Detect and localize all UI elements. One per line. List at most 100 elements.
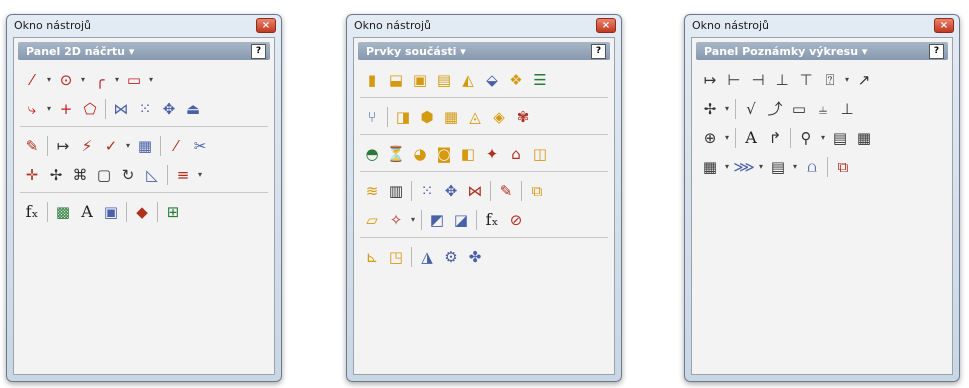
tool-icon[interactable]: ▤ [432, 68, 456, 92]
tool-icon[interactable]: ▦ [698, 155, 722, 179]
close-button[interactable]: × [934, 18, 954, 33]
tool-icon[interactable]: ≋ [360, 179, 384, 203]
tool-dropdown-arrow[interactable]: ▾ [722, 104, 732, 113]
help-button[interactable]: ? [591, 44, 606, 59]
tool-icon[interactable]: ⊤ [794, 68, 818, 92]
tool-icon[interactable]: ✢ [698, 97, 722, 121]
tool-icon[interactable]: ⌂ [504, 142, 528, 166]
tool-icon[interactable]: √ [739, 97, 763, 121]
title-bar[interactable]: Okno nástrojů × [7, 15, 281, 35]
tool-dropdown-arrow[interactable]: ▾ [123, 141, 133, 150]
tool-dropdown-arrow[interactable]: ▾ [722, 162, 732, 171]
tool-icon[interactable]: ⚡ [75, 134, 99, 158]
tool-icon[interactable]: ❖ [504, 68, 528, 92]
tool-icon[interactable]: ⁙ [133, 97, 157, 121]
tool-icon[interactable]: ◺ [140, 163, 164, 187]
tool-icon[interactable]: ◆ [130, 200, 154, 224]
tool-icon[interactable]: ✥ [157, 97, 181, 121]
tool-icon[interactable]: ▥ [384, 179, 408, 203]
tool-dropdown-arrow[interactable]: ▾ [78, 75, 88, 84]
tool-icon[interactable]: ⬙ [480, 68, 504, 92]
tool-icon[interactable]: fₓ [20, 200, 44, 224]
tool-icon[interactable]: ☰ [528, 68, 552, 92]
tool-icon[interactable]: ✤ [463, 245, 487, 269]
tool-icon[interactable]: ✓ [99, 134, 123, 158]
tool-icon[interactable]: ⊣ [746, 68, 770, 92]
tool-icon[interactable]: ⊕ [698, 126, 722, 150]
tool-icon[interactable]: ≡ [171, 163, 195, 187]
tool-icon[interactable]: ⊥ [835, 97, 859, 121]
tool-icon[interactable]: ▦ [133, 134, 157, 158]
tool-dropdown-arrow[interactable]: ▾ [818, 133, 828, 142]
close-button[interactable]: × [596, 18, 616, 33]
tool-icon[interactable]: ◮ [415, 245, 439, 269]
tool-icon[interactable]: ⧉ [831, 155, 855, 179]
tool-icon[interactable]: ⬢ [415, 105, 439, 129]
tool-icon[interactable]: ⌘ [68, 163, 92, 187]
tool-icon[interactable]: A [75, 200, 99, 224]
tool-icon[interactable]: ✛ [20, 163, 44, 187]
tool-icon[interactable]: ◨ [391, 105, 415, 129]
tool-icon[interactable]: ⁄ [20, 68, 44, 92]
tool-icon[interactable]: ⬠ [78, 97, 102, 121]
tool-icon[interactable]: ⁙ [415, 179, 439, 203]
tool-icon[interactable]: ✾ [511, 105, 535, 129]
tool-icon[interactable]: ▱ [360, 208, 384, 232]
tool-icon[interactable]: ⑂ [360, 105, 384, 129]
tool-icon[interactable]: ▣ [99, 200, 123, 224]
tool-icon[interactable]: ✥ [439, 179, 463, 203]
tool-dropdown-arrow[interactable]: ▾ [195, 170, 205, 179]
tool-icon[interactable]: ⤷ [20, 97, 44, 121]
tool-icon[interactable]: ↦ [698, 68, 722, 92]
tool-dropdown-arrow[interactable]: ▾ [756, 162, 766, 171]
tool-icon[interactable]: ✂ [188, 134, 212, 158]
tool-icon[interactable]: ⊢ [722, 68, 746, 92]
tool-icon[interactable]: ⏏ [181, 97, 205, 121]
tool-icon[interactable]: ◳ [384, 245, 408, 269]
tool-icon[interactable]: ◫ [528, 142, 552, 166]
tool-icon[interactable]: ⋈ [109, 97, 133, 121]
tool-icon[interactable]: ✎ [20, 134, 44, 158]
panel-selector[interactable]: Prvky součásti ▾? [358, 42, 610, 60]
tool-icon[interactable]: ⚲ [794, 126, 818, 150]
tool-icon[interactable]: ⊘ [504, 208, 528, 232]
tool-icon[interactable]: ◧ [456, 142, 480, 166]
panel-selector[interactable]: Panel 2D náčrtu ▾? [18, 42, 270, 60]
tool-icon[interactable]: ▦ [852, 126, 876, 150]
tool-dropdown-arrow[interactable]: ▾ [146, 75, 156, 84]
tool-dropdown-arrow[interactable]: ▾ [112, 75, 122, 84]
tool-icon[interactable]: ⊾ [360, 245, 384, 269]
panel-selector[interactable]: Panel Poznámky výkresu ▾? [696, 42, 948, 60]
help-button[interactable]: ? [251, 44, 266, 59]
close-button[interactable]: × [256, 18, 276, 33]
tool-icon[interactable]: ⬓ [384, 68, 408, 92]
tool-icon[interactable]: ⊙ [54, 68, 78, 92]
tool-icon[interactable]: ╭ [88, 68, 112, 92]
tool-icon[interactable]: ◭ [456, 68, 480, 92]
tool-icon[interactable]: ▭ [787, 97, 811, 121]
tool-icon[interactable]: ◩ [425, 208, 449, 232]
tool-icon[interactable]: ↻ [116, 163, 140, 187]
tool-icon[interactable]: ▮ [360, 68, 384, 92]
tool-icon[interactable]: ⊞ [161, 200, 185, 224]
tool-icon[interactable]: ✎ [494, 179, 518, 203]
tool-icon[interactable]: ▣ [408, 68, 432, 92]
tool-icon[interactable]: ◕ [408, 142, 432, 166]
tool-icon[interactable]: + [54, 97, 78, 121]
tool-icon[interactable]: ◙ [432, 142, 456, 166]
tool-icon[interactable]: ▢ [92, 163, 116, 187]
tool-icon[interactable]: ⤴ [763, 97, 787, 121]
tool-icon[interactable]: ↗ [852, 68, 876, 92]
tool-icon[interactable]: ✧ [384, 208, 408, 232]
tool-icon[interactable]: ⩍ [800, 155, 824, 179]
tool-icon[interactable]: ✢ [44, 163, 68, 187]
tool-icon[interactable]: ⊥ [770, 68, 794, 92]
tool-icon[interactable]: ⚙ [439, 245, 463, 269]
tool-icon[interactable]: fₓ [480, 208, 504, 232]
tool-dropdown-arrow[interactable]: ▾ [790, 162, 800, 171]
tool-icon[interactable]: ↱ [763, 126, 787, 150]
tool-icon[interactable]: ↦ [51, 134, 75, 158]
tool-icon[interactable]: ▦ [439, 105, 463, 129]
tool-icon[interactable]: ⍰ [818, 68, 842, 92]
tool-icon[interactable]: ▭ [122, 68, 146, 92]
